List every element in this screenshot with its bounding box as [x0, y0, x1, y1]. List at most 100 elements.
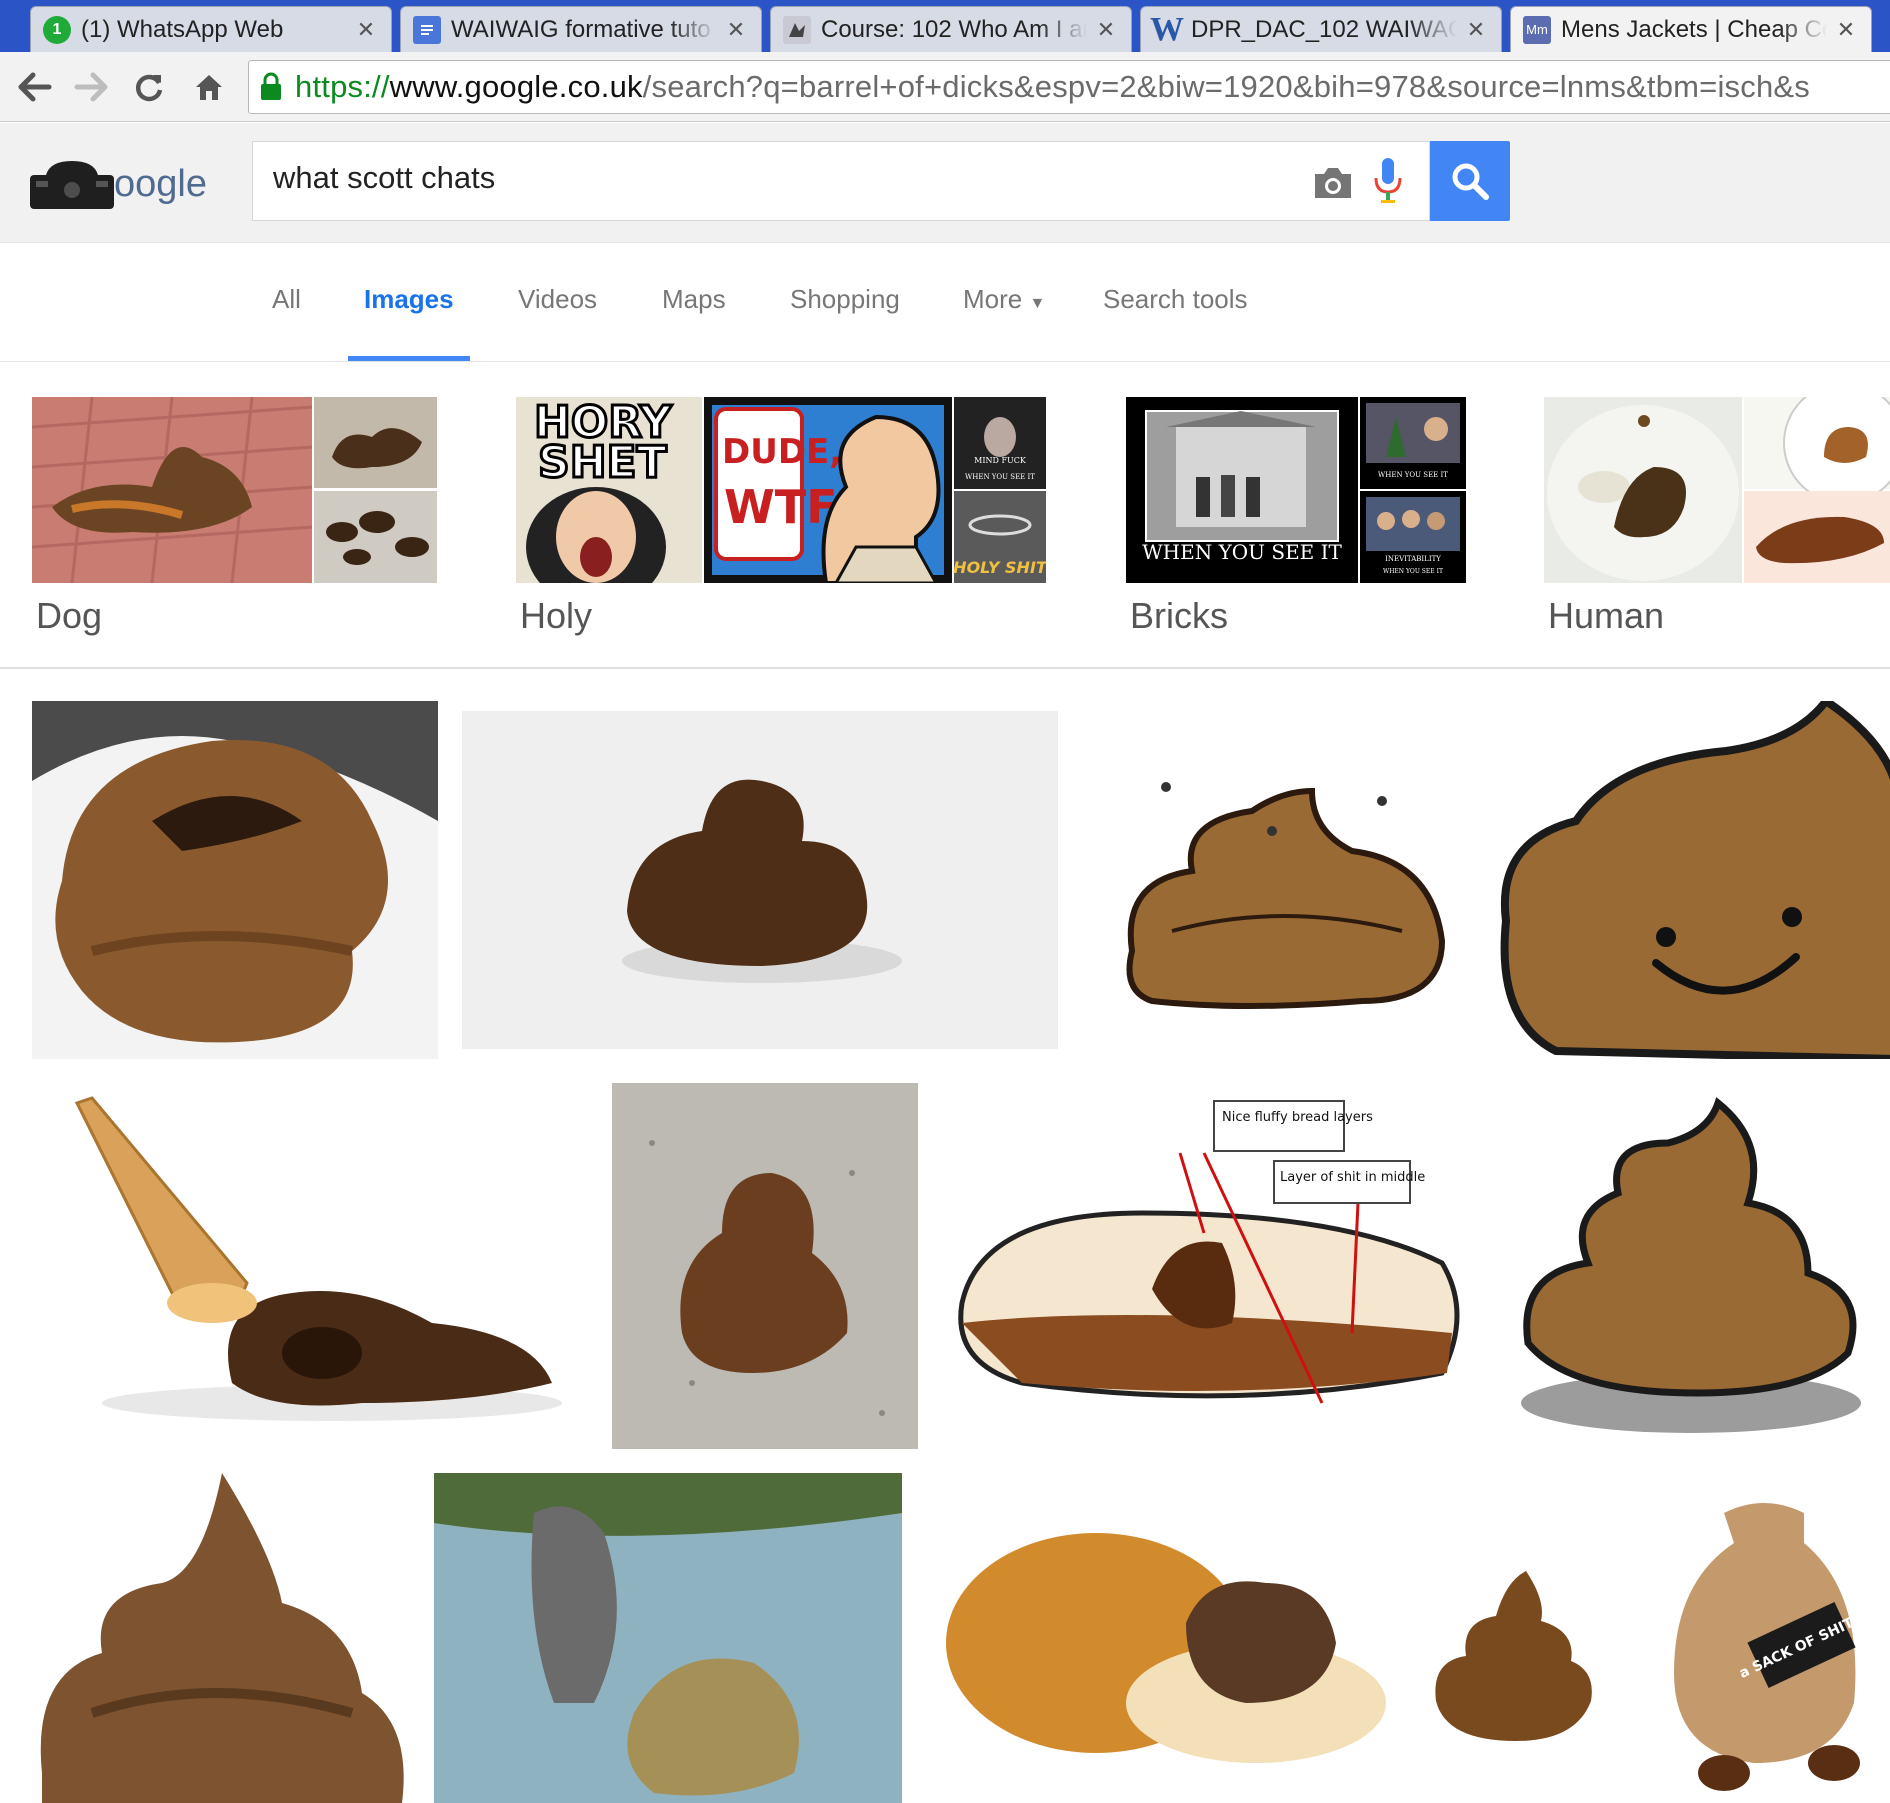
mm-icon: Mm [1523, 15, 1551, 44]
more-label: More [963, 284, 1023, 314]
poop-on-sand-photo [612, 1083, 918, 1449]
browser-tab-strip: 1 (1) WhatsApp Web ✕ WAIWAIG formative t… [0, 0, 1890, 52]
image-result[interactable] [32, 701, 438, 1059]
search-type-nav: All Images Videos Maps Shopping More ▼ S… [0, 244, 1890, 362]
search-query: what scott chats [273, 160, 496, 195]
meme-text: WHEN YOU SEE IT [1142, 540, 1342, 564]
related-thumbnail [31, 396, 437, 584]
home-button[interactable] [186, 64, 232, 110]
image-result[interactable] [1416, 1551, 1610, 1757]
image-result[interactable] [1082, 701, 1472, 1059]
cartoon-poop [1508, 1083, 1874, 1449]
url-path: /search?q=barrel+of+dicks&espv=2&biw=192… [642, 69, 1810, 104]
related-label: Holy [520, 595, 593, 636]
search-header: oogle what scott chats [0, 123, 1890, 243]
forward-arrow-icon [74, 72, 108, 102]
search-icon [1452, 163, 1489, 200]
search-button[interactable] [1430, 141, 1510, 221]
tab-mens-jackets[interactable]: Mm Mens Jackets | Cheap Co ✕ [1510, 6, 1872, 52]
related-label: Bricks [1130, 595, 1228, 636]
related-thumbnail: HORY SHET DUDE, WTF? MIND FUCK WHEN YOU … [516, 396, 1048, 607]
tab-more[interactable]: More ▼ [963, 284, 1045, 315]
tab-maps[interactable]: Maps [662, 284, 726, 315]
tab-shopping[interactable]: Shopping [790, 284, 900, 315]
home-icon [196, 75, 222, 100]
meme-text: WHEN YOU SEE IT [1383, 568, 1443, 575]
image-result[interactable] [926, 1473, 1392, 1803]
image-result[interactable] [462, 711, 1058, 1049]
meme-text: INEVITABILITY [1385, 555, 1441, 563]
image-result[interactable] [32, 1083, 588, 1447]
reload-button[interactable] [126, 64, 172, 110]
google-logo[interactable]: oogle [30, 157, 210, 219]
tab-title: DPR_DAC_102 WAIWAG [1191, 15, 1457, 43]
cartoon-poop [1082, 701, 1472, 1059]
related-card-dog[interactable]: Dog [31, 396, 437, 636]
related-label: Dog [36, 595, 103, 636]
image-result[interactable]: Nice fluffy bread layers Layer of shit i… [942, 1083, 1484, 1449]
word-icon: W [1150, 11, 1184, 48]
meme-text: SHET [538, 437, 667, 488]
beach-photo [434, 1473, 902, 1803]
tab-images[interactable]: Images [364, 284, 454, 315]
url-text: https://www.google.co.uk/search?q=barrel… [295, 69, 1810, 105]
sandwich-diagram: Nice fluffy bread layers Layer of shit i… [942, 1083, 1484, 1449]
search-input[interactable]: what scott chats [252, 141, 1430, 221]
image-result[interactable] [1496, 701, 1890, 1059]
camera-logo-icon [30, 161, 114, 209]
tab-title: Mens Jackets | Cheap Co [1561, 15, 1827, 43]
tab-title: (1) WhatsApp Web [81, 15, 284, 43]
tab-course[interactable]: Course: 102 Who Am I ar ✕ [770, 6, 1132, 52]
back-button[interactable] [12, 64, 58, 110]
poop-emoji [1416, 1551, 1610, 1757]
image-result[interactable] [612, 1083, 918, 1449]
related-thumbnail: WHEN YOU SEE IT WHEN YOU SEE IT INEVITAB… [1126, 397, 1466, 583]
tab-videos[interactable]: Videos [518, 284, 597, 315]
related-card-holy[interactable]: HORY SHET DUDE, WTF? MIND FUCK WHEN YOU … [516, 396, 1048, 636]
diagram-label: Nice fluffy bread layers [1222, 1110, 1373, 1125]
close-icon[interactable]: ✕ [1835, 17, 1857, 43]
meme-text: DUDE, [722, 432, 842, 472]
search-tools-button[interactable]: Search tools [1103, 284, 1248, 315]
docs-icon [413, 15, 441, 44]
camera-icon[interactable] [1311, 160, 1355, 204]
close-icon[interactable]: ✕ [1465, 17, 1487, 43]
whatsapp-icon: 1 [43, 15, 71, 44]
tab-title: Course: 102 Who Am I ar [821, 15, 1087, 43]
address-bar[interactable]: https://www.google.co.uk/search?q=barrel… [248, 60, 1890, 114]
close-icon[interactable]: ✕ [725, 17, 747, 43]
tab-word-doc[interactable]: W DPR_DAC_102 WAIWAG ✕ [1140, 6, 1502, 52]
meme-text: WHEN YOU SEE IT [965, 473, 1035, 481]
lock-icon [261, 72, 281, 100]
image-result[interactable] [1508, 1083, 1874, 1449]
tab-badge: 1 [52, 20, 62, 38]
related-thumbnail [1544, 382, 1890, 583]
close-icon[interactable]: ✕ [1095, 17, 1117, 43]
image-result[interactable] [434, 1473, 902, 1803]
image-result[interactable] [32, 1473, 410, 1803]
related-searches: Dog HORY SHET DUDE, WTF? MIND FUCK WHEN … [0, 363, 1890, 669]
reload-icon [135, 74, 163, 102]
tab-title: WAIWAIG formative tuto [451, 15, 711, 43]
logo-text: oogle [114, 163, 207, 205]
related-card-bricks[interactable]: WHEN YOU SEE IT WHEN YOU SEE IT INEVITAB… [1126, 397, 1466, 636]
related-card-human[interactable]: Human [1544, 382, 1890, 636]
tab-whatsapp[interactable]: 1 (1) WhatsApp Web ✕ [30, 6, 392, 52]
tab-badge: Mm [1526, 22, 1548, 37]
close-icon[interactable]: ✕ [355, 17, 377, 43]
related-label: Human [1548, 595, 1665, 636]
sack-photo: a SACK OF SHIT [1634, 1473, 1890, 1803]
meme-text: MIND FUCK [974, 456, 1027, 465]
tab-badge: W [1150, 10, 1184, 48]
tab-all[interactable]: All [272, 284, 301, 315]
microphone-icon[interactable] [1373, 156, 1403, 206]
url-host: www.google.co.uk [389, 69, 643, 104]
poop-photo [462, 711, 1058, 1049]
poop-photo [32, 701, 438, 1059]
meme-text: WHEN YOU SEE IT [1378, 471, 1448, 479]
forward-button[interactable] [68, 64, 114, 110]
meme-text: HOLY SHIT [953, 558, 1046, 577]
diagram-label: Layer of shit in middle [1280, 1170, 1425, 1185]
image-result[interactable]: a SACK OF SHIT [1634, 1473, 1890, 1803]
tab-docs[interactable]: WAIWAIG formative tuto ✕ [400, 6, 762, 52]
